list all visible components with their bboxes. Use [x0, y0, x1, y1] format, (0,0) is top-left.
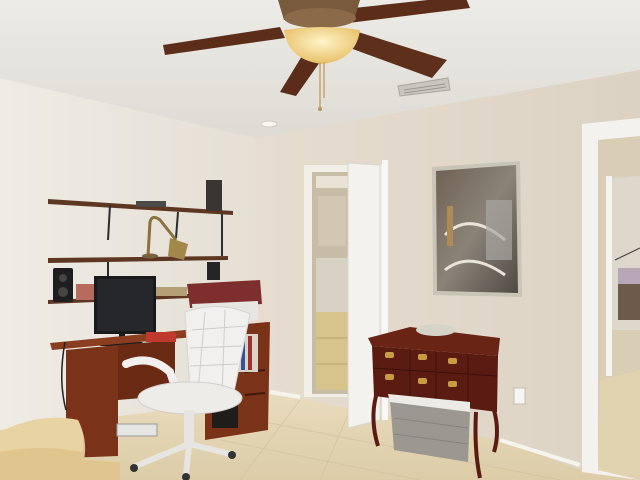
- hallway-doorway: [582, 118, 640, 480]
- room-illustration: [0, 0, 640, 480]
- wall-outlet: [513, 387, 526, 405]
- tissue-box: [76, 284, 94, 300]
- smoke-detector: [260, 120, 278, 128]
- shelf-items: [155, 287, 187, 296]
- power-strip: [116, 423, 158, 437]
- framed-picture: [432, 161, 522, 297]
- room-photo: [0, 0, 640, 480]
